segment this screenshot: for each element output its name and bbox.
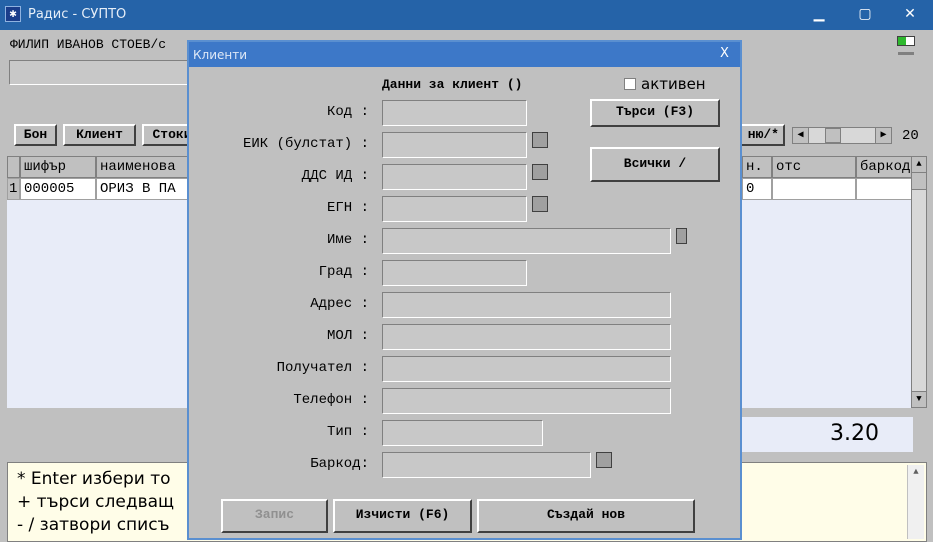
total-value: 3.20 xyxy=(830,421,879,446)
app-icon: ✱ xyxy=(5,6,21,22)
column-header-name[interactable]: наименова xyxy=(96,156,196,178)
active-checkbox[interactable] xyxy=(624,78,636,90)
help-line-1: * Enter избери то xyxy=(17,469,171,489)
address-field[interactable] xyxy=(382,292,671,318)
row-name[interactable]: ОРИЗ В ПА xyxy=(96,178,196,200)
row-barcode[interactable] xyxy=(856,178,912,200)
phone-label: Телефон : xyxy=(293,392,369,408)
mol-label: МОЛ : xyxy=(326,328,369,344)
status-indicator xyxy=(897,36,915,46)
help-scrollbar[interactable]: ▲ xyxy=(907,465,924,539)
column-header-rest[interactable]: отс xyxy=(772,156,856,178)
dds-lookup-button[interactable] xyxy=(532,164,548,180)
column-header-code[interactable]: шифър xyxy=(20,156,96,178)
all-button[interactable]: Всички / xyxy=(590,147,720,182)
zoom-slider[interactable]: ◀ ▶ xyxy=(792,127,892,144)
address-label: Адрес : xyxy=(310,296,369,312)
name-label: Име : xyxy=(326,232,369,248)
minimize-icon[interactable]: ▁ xyxy=(806,4,832,24)
eik-lookup-button[interactable] xyxy=(532,132,548,148)
search-button[interactable]: Търси (F3) xyxy=(590,99,720,127)
code-label: Код : xyxy=(326,104,369,120)
recipient-field[interactable] xyxy=(382,356,671,382)
recipient-label: Получател : xyxy=(276,360,369,376)
type-field[interactable] xyxy=(382,420,543,446)
slider-value: 20 xyxy=(902,128,919,144)
close-icon[interactable]: ✕ xyxy=(897,4,923,24)
receipt-button[interactable]: Бон xyxy=(14,124,57,146)
barcode-field[interactable] xyxy=(382,452,591,478)
egn-label: ЕГН : xyxy=(326,200,369,216)
eik-field[interactable] xyxy=(382,132,527,158)
row-price[interactable]: 0 xyxy=(742,178,772,200)
window-title: Радис - СУПТО xyxy=(28,7,127,22)
type-label: Тип : xyxy=(326,424,369,440)
clients-dialog: Клиенти X Данни за клиент () активен Тър… xyxy=(187,40,742,540)
maximize-icon[interactable]: ▢ xyxy=(852,4,878,24)
phone-field[interactable] xyxy=(382,388,671,414)
help-line-2: + търси следващ xyxy=(17,492,175,512)
row-code[interactable]: 000005 xyxy=(20,178,96,200)
mol-field[interactable] xyxy=(382,324,671,350)
indicator-bar xyxy=(898,52,914,55)
code-field[interactable] xyxy=(382,100,527,126)
main-input[interactable] xyxy=(9,60,189,85)
window-title-bar: ✱ Радис - СУПТО ▁ ▢ ✕ xyxy=(0,0,933,30)
create-new-button[interactable]: Създай нов xyxy=(477,499,695,533)
dds-label: ДДС ИД : xyxy=(301,168,369,184)
clear-button[interactable]: Изчисти (F6) xyxy=(333,499,472,533)
barcode-lookup-button[interactable] xyxy=(596,452,612,468)
grid-scrollbar[interactable]: ▲ ▼ xyxy=(911,156,927,408)
save-button[interactable]: Запис xyxy=(221,499,328,533)
egn-field[interactable] xyxy=(382,196,527,222)
city-label: Град : xyxy=(318,264,369,280)
name-lookup-button[interactable] xyxy=(676,228,687,244)
column-header-barcode[interactable]: баркод xyxy=(856,156,912,178)
barcode-label: Баркод: xyxy=(310,456,369,472)
client-button[interactable]: Клиент xyxy=(63,124,136,146)
active-label: активен xyxy=(641,75,706,93)
dialog-title: Клиенти xyxy=(193,48,248,62)
city-field[interactable] xyxy=(382,260,527,286)
dialog-close-icon[interactable]: X xyxy=(720,46,729,61)
total-panel: 3.20 xyxy=(742,417,913,452)
operator-name: ФИЛИП ИВАНОВ СТОЕВ/с xyxy=(10,37,167,52)
row-rest[interactable] xyxy=(772,178,856,200)
dds-field[interactable] xyxy=(382,164,527,190)
dialog-title-bar: Клиенти X xyxy=(189,42,740,67)
dialog-heading: Данни за клиент () xyxy=(382,77,523,92)
name-field[interactable] xyxy=(382,228,671,254)
grid-corner xyxy=(7,156,20,178)
help-line-3: - / затвори списъ xyxy=(17,515,170,535)
eik-label: ЕИК (булстат) : xyxy=(242,136,369,152)
egn-lookup-button[interactable] xyxy=(532,196,548,212)
column-header-unit[interactable]: н. xyxy=(742,156,772,178)
row-number: 1 xyxy=(7,178,20,200)
